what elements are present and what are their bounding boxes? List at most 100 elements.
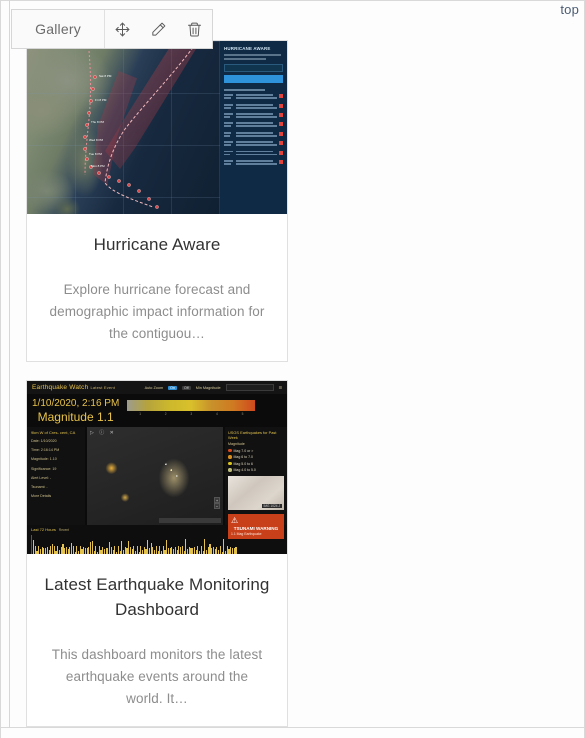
- legend-swatch: [228, 461, 232, 466]
- hurricane-flag-icon: [279, 103, 283, 108]
- hurricane-flag-icon: [279, 131, 283, 136]
- trash-icon: [186, 21, 203, 38]
- event-detail-line: Tsunami: -: [31, 485, 48, 490]
- hurricane-list-item[interactable]: [224, 113, 283, 119]
- event-detail-line: Date: 1/10/2020: [31, 439, 57, 443]
- hurricane-list-item[interactable]: [224, 159, 283, 166]
- card-description: Explore hurricane forecast and demograph…: [49, 282, 265, 341]
- hurricane-flag-icon: [279, 122, 283, 127]
- svg-text:Mon 8 PM: Mon 8 PM: [91, 164, 105, 168]
- min-magnitude-input[interactable]: [225, 384, 274, 391]
- frame-top-border: [0, 0, 585, 1]
- hurricane-list-item[interactable]: [224, 141, 283, 147]
- dashboard-map-imagery: [87, 427, 223, 525]
- legend-swatch: [228, 455, 232, 459]
- frame-outer-left-border: [0, 0, 1, 738]
- svg-text:Tue 8 PM: Tue 8 PM: [89, 152, 102, 156]
- event-detail-link[interactable]: More Details: [31, 493, 81, 499]
- hurricane-flag-icon: [279, 141, 283, 146]
- hurricane-list-item[interactable]: [224, 103, 283, 110]
- card-description: This dashboard monitors the latest earth…: [51, 647, 263, 706]
- hurricane-search-input[interactable]: [224, 63, 283, 72]
- hurricane-list-item[interactable]: [224, 122, 283, 128]
- hurricane-list-header: [224, 88, 266, 91]
- event-detail-line: Magnitude: 1.10: [31, 457, 57, 462]
- gallery-card[interactable]: Sat 8 PM Fri 8 PM Thu 8 PM Wed 8 PM Tue …: [26, 40, 288, 362]
- legend-item: Mag 4.0 to 5.0: [228, 468, 284, 472]
- dashboard-header: Earthquake Watch Latest Event Auto Zoom O…: [27, 381, 287, 394]
- legend-subtitle: Magnitude: [228, 442, 245, 446]
- hamburger-icon[interactable]: ☰: [279, 385, 282, 390]
- autozoom-off-button[interactable]: Off: [181, 385, 191, 390]
- toolbar-title: Gallery: [12, 10, 106, 48]
- autozoom-label: Auto Zoom: [144, 385, 164, 390]
- legend-label: Mag 4.0 to 5.0: [233, 468, 256, 472]
- photo-credit: IMG 1024 J: [261, 504, 282, 508]
- gallery-widget-toolbar: Gallery: [11, 9, 213, 49]
- top-anchor-label[interactable]: top: [560, 2, 579, 17]
- frame-inner-left-border: [9, 0, 10, 728]
- legend-swatch: [228, 468, 232, 472]
- hurricane-flag-icon: [279, 150, 283, 155]
- dashboard-title: Earthquake Watch Latest Event: [32, 384, 116, 391]
- earthquake-dashboard-area: Earthquake Watch Latest Event Auto Zoom O…: [27, 381, 287, 554]
- event-detail-line: Alert Level: -: [31, 475, 52, 480]
- hurricane-list-item[interactable]: [224, 131, 283, 138]
- event-detail-line: Time: 2:16:14 PM: [31, 448, 60, 453]
- legend-item: Mag 7.0 or >: [228, 449, 284, 453]
- delete-button[interactable]: [176, 10, 212, 48]
- legend-item: Mag 6 to 7.0: [228, 455, 284, 459]
- hurricane-list-item[interactable]: [224, 150, 283, 157]
- move-icon: [114, 21, 131, 38]
- timeline-bar: [235, 547, 237, 554]
- gallery-page: top Gallery Sat 8 PM Fri 8 PM Thu 8 PM W…: [0, 0, 585, 738]
- card-body: Hurricane Aware Explore hurricane foreca…: [27, 214, 287, 361]
- event-datetime: 1/10/2020, 2:16 PM: [32, 398, 120, 409]
- card-body: Latest Earthquake Monitoring Dashboard T…: [27, 554, 287, 726]
- card-thumbnail-earthquake-dashboard[interactable]: Earthquake Watch Latest Event Auto Zoom O…: [27, 381, 287, 554]
- card-title: Latest Earthquake Monitoring Dashboard: [44, 575, 270, 619]
- autozoom-on-button[interactable]: On: [168, 385, 177, 390]
- gallery-container: Sat 8 PM Fri 8 PM Thu 8 PM Wed 8 PM Tue …: [26, 40, 566, 738]
- map-playback-controls[interactable]: ▷ ⓘ ✕: [90, 429, 116, 436]
- hurricane-map-area: Sat 8 PM Fri 8 PM Thu 8 PM Wed 8 PM Tue …: [27, 41, 222, 214]
- map-zoom-controls[interactable]: + −: [214, 497, 220, 509]
- svg-text:Wed 8 PM: Wed 8 PM: [89, 138, 103, 142]
- legend-label: Mag 5.0 to 6: [233, 461, 253, 466]
- gallery-card[interactable]: Earthquake Watch Latest Event Auto Zoom O…: [26, 380, 288, 727]
- card-thumbnail-hurricane-aware[interactable]: Sat 8 PM Fri 8 PM Thu 8 PM Wed 8 PM Tue …: [27, 41, 287, 214]
- edit-button[interactable]: [141, 10, 177, 48]
- legend-item: Mag 5.0 to 6: [228, 462, 284, 466]
- gallery-grid: Sat 8 PM Fri 8 PM Thu 8 PM Wed 8 PM Tue …: [26, 40, 566, 738]
- magnitude-color-scale: [127, 400, 256, 411]
- min-magnitude-label: Min Magnitude: [195, 385, 221, 390]
- magnitude-scale-ticks: 1 2 3 4 5: [139, 412, 244, 416]
- dashboard-map[interactable]: ▷ ⓘ ✕ + −: [87, 427, 223, 525]
- hurricane-panel-description: [224, 54, 283, 60]
- hurricane-panel-title: HURRICANE AWARE: [224, 46, 271, 51]
- card-title: Hurricane Aware: [93, 235, 221, 254]
- hurricane-side-panel: HURRICANE AWARE: [220, 41, 287, 214]
- svg-text:Thu 8 PM: Thu 8 PM: [91, 120, 105, 124]
- pencil-icon: [150, 21, 167, 38]
- hurricane-flag-icon: [279, 113, 283, 118]
- move-button[interactable]: [105, 10, 141, 48]
- warning-triangle-icon: ⚠: [231, 516, 239, 525]
- legend-swatch: [228, 448, 232, 453]
- event-detail-line: Significance: 19: [31, 466, 57, 471]
- dashboard-middle-row: 9km W of Cres- cent, CA Date: 1/10/2020 …: [27, 427, 287, 539]
- dashboard-legend-panel: USGS Earthquakes for Past Week Magnitude…: [225, 427, 287, 539]
- timeline-sparkline: [31, 535, 283, 554]
- dashboard-photo: IMG 1024 J: [228, 476, 284, 510]
- event-detail-panel: 9km W of Cres- cent, CA Date: 1/10/2020 …: [27, 427, 85, 525]
- hurricane-flag-icon: [279, 94, 283, 99]
- hurricane-list-item[interactable]: [224, 94, 283, 100]
- legend-label: Mag 7.0 or >: [233, 448, 254, 453]
- dashboard-event-banner: 1/10/2020, 2:16 PM Magnitude 1.1 1 2 3 4: [27, 394, 287, 427]
- warning-title: TSUNAMI WARNING: [233, 526, 279, 531]
- map-attribution: [159, 518, 221, 523]
- legend-title: USGS Earthquakes for Past Week: [228, 430, 277, 440]
- hurricane-track-line: Sat 8 PM Fri 8 PM Thu 8 PM Wed 8 PM Tue …: [83, 41, 199, 209]
- hurricane-locate-button[interactable]: [224, 74, 283, 83]
- hurricane-flag-icon: [279, 159, 283, 164]
